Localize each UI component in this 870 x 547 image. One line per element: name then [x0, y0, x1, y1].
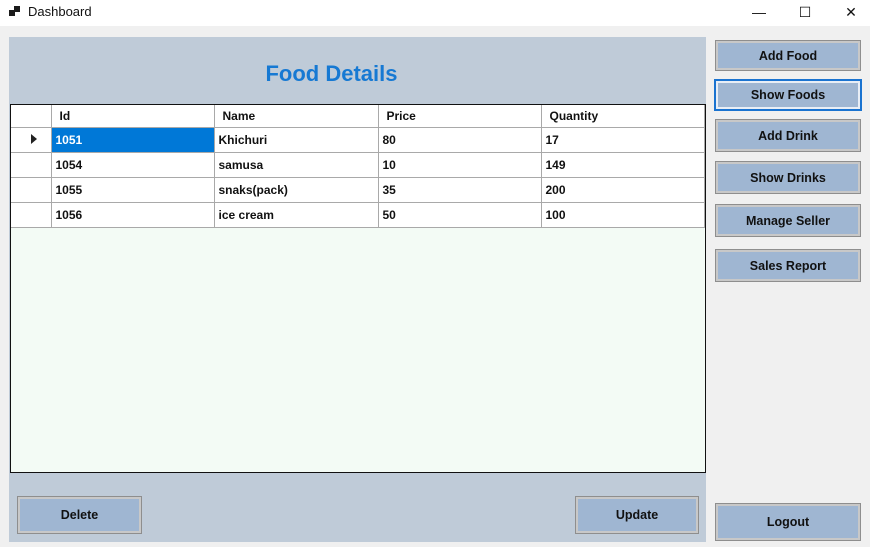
show-foods-button[interactable]: Show Foods	[714, 79, 862, 111]
table-row[interactable]: 1054 samusa 10 149	[11, 152, 705, 178]
add-drink-button[interactable]: Add Drink	[715, 119, 861, 152]
table-row[interactable]: 1055 snaks(pack) 35 200	[11, 177, 705, 203]
minimize-button[interactable]: —	[736, 0, 782, 24]
table-header-row: Id Name Price Quantity	[11, 105, 705, 128]
column-header-quantity[interactable]: Quantity	[541, 105, 705, 128]
add-food-button[interactable]: Add Food	[715, 40, 861, 71]
table-cell-id[interactable]: 1056	[51, 202, 215, 228]
delete-button[interactable]: Delete	[17, 496, 142, 534]
close-button[interactable]: ✕	[828, 0, 870, 24]
row-selector[interactable]	[11, 202, 52, 228]
table-cell-quantity[interactable]: 17	[541, 127, 705, 153]
table-cell-id[interactable]: 1055	[51, 177, 215, 203]
current-row-arrow-icon	[30, 134, 37, 144]
table-cell-id[interactable]: 1051	[51, 127, 215, 153]
maximize-button[interactable]: ☐	[782, 0, 828, 24]
app-icon	[9, 6, 21, 18]
table-cell-name[interactable]: Khichuri	[214, 127, 379, 153]
show-drinks-button[interactable]: Show Drinks	[715, 161, 861, 194]
table-cell-quantity[interactable]: 100	[541, 202, 705, 228]
table-cell-price[interactable]: 80	[378, 127, 542, 153]
sales-report-button[interactable]: Sales Report	[715, 249, 861, 282]
row-selector[interactable]	[11, 152, 52, 178]
table-cell-quantity[interactable]: 200	[541, 177, 705, 203]
page-title: Food Details	[265, 61, 398, 86]
food-details-panel: Food Details Id Name Price Quantity 1051	[9, 37, 706, 542]
row-selector[interactable]	[11, 177, 52, 203]
table-cell-price[interactable]: 35	[378, 177, 542, 203]
manage-seller-button[interactable]: Manage Seller	[715, 204, 861, 237]
column-header-id[interactable]: Id	[51, 105, 215, 128]
logout-button[interactable]: Logout	[715, 503, 861, 541]
table-cell-price[interactable]: 50	[378, 202, 542, 228]
food-data-grid[interactable]: Id Name Price Quantity 1051 Khichuri 80 …	[10, 104, 706, 473]
row-header-corner	[11, 105, 52, 128]
table-cell-name[interactable]: snaks(pack)	[214, 177, 379, 203]
column-header-price[interactable]: Price	[378, 105, 542, 128]
column-header-name[interactable]: Name	[214, 105, 379, 128]
table-cell-price[interactable]: 10	[378, 152, 542, 178]
table-cell-name[interactable]: ice cream	[214, 202, 379, 228]
table-row[interactable]: 1056 ice cream 50 100	[11, 202, 705, 228]
table-cell-quantity[interactable]: 149	[541, 152, 705, 178]
update-button[interactable]: Update	[575, 496, 699, 534]
table-cell-id[interactable]: 1054	[51, 152, 215, 178]
table-row[interactable]: 1051 Khichuri 80 17	[11, 127, 705, 153]
title-bar: Dashboard — ☐ ✕	[0, 0, 870, 26]
food-table: Id Name Price Quantity 1051 Khichuri 80 …	[11, 105, 705, 228]
table-cell-name[interactable]: samusa	[214, 152, 379, 178]
row-selector[interactable]	[11, 127, 52, 153]
window-title: Dashboard	[28, 4, 92, 19]
